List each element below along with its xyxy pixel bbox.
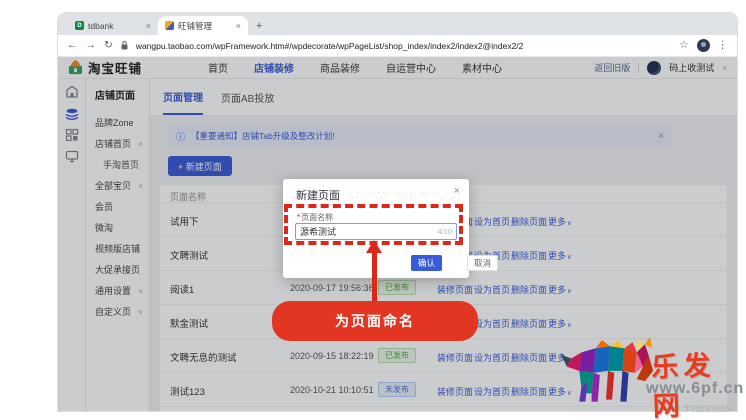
modal-title: 新建页面 [296, 187, 340, 203]
browser-toolbar: ← → ↻ wangpu.taobao.com/wpFramework.htm#… [58, 35, 737, 57]
tab-title: 旺铺管理 [178, 20, 232, 32]
annotation-arrow-shaft [372, 252, 377, 304]
reload-icon[interactable]: ↻ [104, 40, 113, 51]
tdbank-favicon-icon: D [75, 21, 84, 30]
cancel-button[interactable]: 取消 [467, 255, 498, 271]
browser-menu-icon[interactable]: ⋮ [718, 40, 729, 51]
browser-tab-strip: D tdbank × 旺铺管理 × + [58, 13, 737, 35]
annotation-highlight-rect [284, 204, 463, 245]
browser-tab-tdbank[interactable]: D tdbank × [68, 16, 158, 35]
new-tab-button[interactable]: + [256, 20, 262, 32]
tab-title: tdbank [88, 21, 142, 31]
confirm-button[interactable]: 确认 [411, 255, 442, 271]
wangpu-favicon-icon [165, 21, 174, 30]
browser-tab-wangpu[interactable]: 旺铺管理 × [158, 16, 248, 35]
back-icon[interactable]: ← [67, 40, 78, 51]
close-modal-icon[interactable]: × [454, 185, 460, 197]
lock-icon [121, 41, 128, 50]
close-tab-icon[interactable]: × [236, 21, 241, 31]
forward-icon[interactable]: → [86, 40, 97, 51]
watermark-subtitle: 手机版装修团队 [684, 404, 733, 414]
screenshot-stage: D tdbank × 旺铺管理 × + ← → ↻ wangpu.taobao.… [0, 0, 746, 420]
browser-profile-avatar[interactable] [697, 39, 710, 52]
close-tab-icon[interactable]: × [146, 21, 151, 31]
watermark-site-url: www.6pf.cn [646, 380, 744, 398]
url-text[interactable]: wangpu.taobao.com/wpFramework.htm#/wpdec… [136, 41, 671, 51]
annotation-callout-text: 为页面命名 [335, 311, 415, 331]
annotation-callout: 为页面命名 [272, 301, 478, 341]
bookmark-star-icon[interactable]: ☆ [679, 40, 688, 51]
watermark-bull-logo [548, 336, 666, 416]
